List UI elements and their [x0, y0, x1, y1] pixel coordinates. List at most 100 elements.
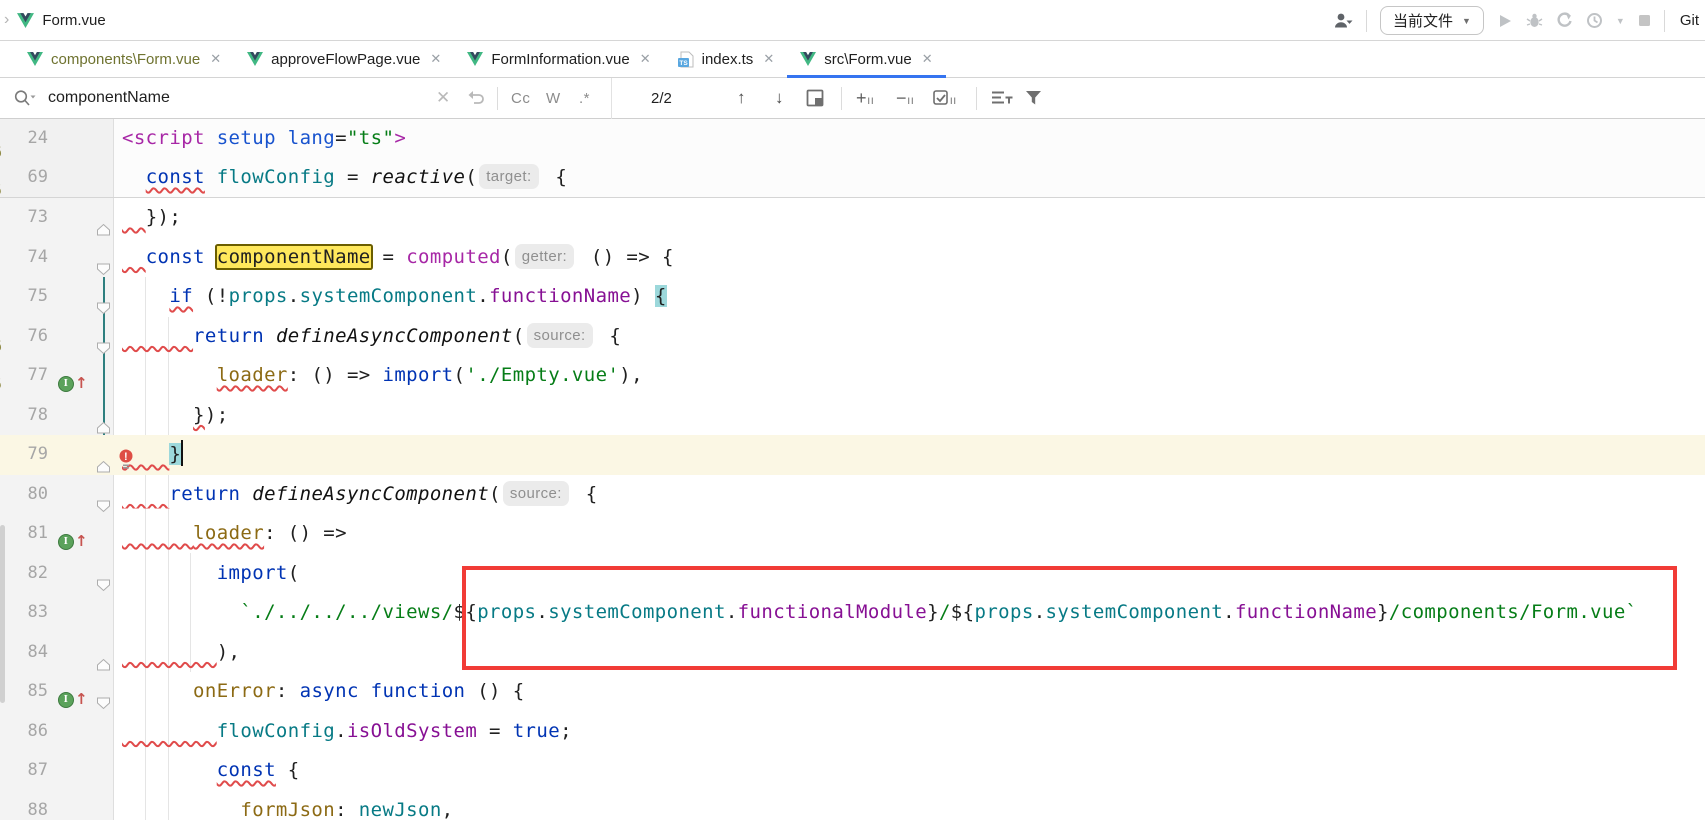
code-line-78[interactable]: 78 }); [0, 396, 1705, 436]
match-count: 2/2 [651, 78, 672, 118]
line-number[interactable]: 82 [0, 554, 48, 594]
code-token [122, 206, 146, 228]
close-icon[interactable]: ✕ [430, 51, 441, 67]
line-number[interactable]: 73 [0, 198, 48, 238]
code-line-81[interactable]: 81I↑ loader: () => [0, 514, 1705, 554]
code-token: true [513, 720, 560, 742]
whole-words-toggle[interactable]: W [546, 78, 561, 118]
vue-file-icon [247, 52, 263, 66]
matched-brace-highlight: { [655, 285, 667, 307]
ide-window: › Form.vue 当前文件 ▼ [0, 0, 1705, 820]
code-token: ), [619, 364, 643, 386]
code-editor[interactable]: 73 });74 const componentName = computed(… [0, 119, 1705, 820]
code-token: isOldSystem [347, 720, 477, 742]
profiler-dropdown-icon[interactable]: ▼ [1616, 16, 1625, 26]
filter-funnel-icon[interactable] [1025, 78, 1042, 118]
stop-icon[interactable] [1638, 14, 1651, 27]
current-file-button[interactable]: 当前文件 ▼ [1380, 6, 1484, 35]
code-token: . [335, 720, 347, 742]
code-line-24[interactable]: 24<script setup lang="ts"> [0, 119, 1705, 159]
line-number[interactable]: 81 [0, 514, 48, 554]
toolbar-divider [1366, 10, 1367, 32]
open-in-find-window-icon[interactable] [806, 78, 824, 118]
line-number[interactable]: 69 [0, 158, 48, 198]
code-token: ) [631, 285, 655, 307]
code-line-87[interactable]: 87 const { [0, 751, 1705, 791]
line-number[interactable]: 78 [0, 396, 48, 436]
clear-search-icon[interactable]: ✕ [436, 78, 450, 118]
line-number[interactable]: 86 [0, 712, 48, 752]
tab-label: FormInformation.vue [491, 51, 629, 68]
line-number[interactable]: 84 [0, 633, 48, 673]
search-input[interactable]: componentName [48, 78, 170, 118]
code-token: `./../../../views/ [240, 601, 453, 623]
close-icon[interactable]: ✕ [210, 51, 221, 67]
code-token [122, 799, 240, 820]
debug-bug-icon[interactable] [1526, 12, 1543, 29]
code-token [122, 364, 217, 386]
remove-selection-icon[interactable]: −II [896, 78, 914, 118]
code-line-76[interactable]: 76 return defineAsyncComponent(source: { [0, 317, 1705, 357]
code-line-80[interactable]: 80 return defineAsyncComponent(source: { [0, 475, 1705, 515]
code-token: = [371, 246, 407, 268]
select-all-occurrences-icon[interactable]: II [933, 78, 956, 118]
editor-tab-approveFlowPage.vue[interactable]: approveFlowPage.vue✕ [234, 41, 454, 77]
line-number[interactable]: 79 [0, 435, 48, 475]
code-token: reactive [371, 166, 466, 188]
code-token [122, 680, 193, 702]
close-icon[interactable]: ✕ [763, 51, 774, 67]
line-number[interactable]: 80 [0, 475, 48, 515]
close-icon[interactable]: ✕ [922, 51, 933, 67]
code-token: if [169, 285, 193, 307]
user-icon[interactable] [1333, 12, 1353, 29]
profiler-clock-icon[interactable] [1586, 12, 1603, 29]
line-number[interactable]: 76 [0, 317, 48, 357]
code-line-74[interactable]: 74 const componentName = computed(getter… [0, 238, 1705, 278]
code-token: > [394, 127, 406, 149]
line-number[interactable]: 88 [0, 791, 48, 820]
clipped-edge-line-number: 6 [0, 143, 2, 161]
code-line-73[interactable]: 73 }); [0, 198, 1705, 238]
search-icon[interactable] [13, 78, 37, 118]
editor-tab-FormInformation.vue[interactable]: FormInformation.vue ✕ [454, 41, 663, 77]
edge-scrollbar-thumb[interactable] [0, 525, 5, 703]
code-line-79[interactable]: 79! } [0, 435, 1705, 475]
code-line-86[interactable]: 86 flowConfig.isOldSystem = true; [0, 712, 1705, 752]
line-number[interactable]: 24 [0, 119, 48, 159]
filter-lines-icon[interactable] [991, 78, 1013, 118]
code-token: props [229, 285, 288, 307]
code-line-88[interactable]: 88 formJson: newJson, [0, 791, 1705, 820]
code-line-75[interactable]: 75 if (!props.systemComponent.functionNa… [0, 277, 1705, 317]
text-caret [181, 440, 183, 466]
clipped-edge-line-number: 6 [0, 337, 2, 355]
line-number[interactable]: 83 [0, 593, 48, 633]
next-match-down-arrow-icon[interactable]: ↓ [775, 78, 784, 118]
git-menu-label[interactable]: Git [1678, 12, 1699, 29]
line-number[interactable]: 74 [0, 238, 48, 278]
line-number[interactable]: 85 [0, 672, 48, 712]
run-with-coverage-icon[interactable] [1556, 12, 1573, 29]
code-line-69[interactable]: 69 const flowConfig = reactive(target: { [0, 158, 1705, 198]
code-line-77[interactable]: 77I↑ loader: () => import('./Empty.vue')… [0, 356, 1705, 396]
matched-brace-highlight: } [169, 443, 181, 465]
add-selection-icon[interactable]: +II [856, 78, 874, 118]
editor-tab-src-Form.vue[interactable]: src\Form.vue✕ [787, 41, 945, 77]
line-number[interactable]: 87 [0, 751, 48, 791]
editor-tab-components-Form.vue[interactable]: components\Form.vue✕ [14, 41, 234, 77]
match-case-toggle[interactable]: Cc [511, 78, 530, 118]
editor-tab-index.ts[interactable]: TSindex.ts✕ [664, 41, 788, 77]
tab-label: index.ts [702, 51, 754, 68]
search-match-highlight: componentName [217, 246, 371, 268]
close-icon[interactable]: ✕ [640, 51, 651, 67]
run-icon[interactable] [1497, 13, 1513, 29]
code-line-85[interactable]: 85I↑ onError: async function () { [0, 672, 1705, 712]
line-number[interactable]: 75 [0, 277, 48, 317]
search-history-icon[interactable] [466, 78, 486, 118]
code-token: flowConfig [217, 166, 335, 188]
vue-file-icon [800, 52, 816, 66]
line-number[interactable]: 77 [0, 356, 48, 396]
code-token [122, 641, 217, 663]
prev-match-up-arrow-icon[interactable]: ↑ [737, 78, 746, 118]
regex-toggle[interactable]: .* [579, 78, 590, 118]
vue-file-icon [467, 52, 483, 66]
